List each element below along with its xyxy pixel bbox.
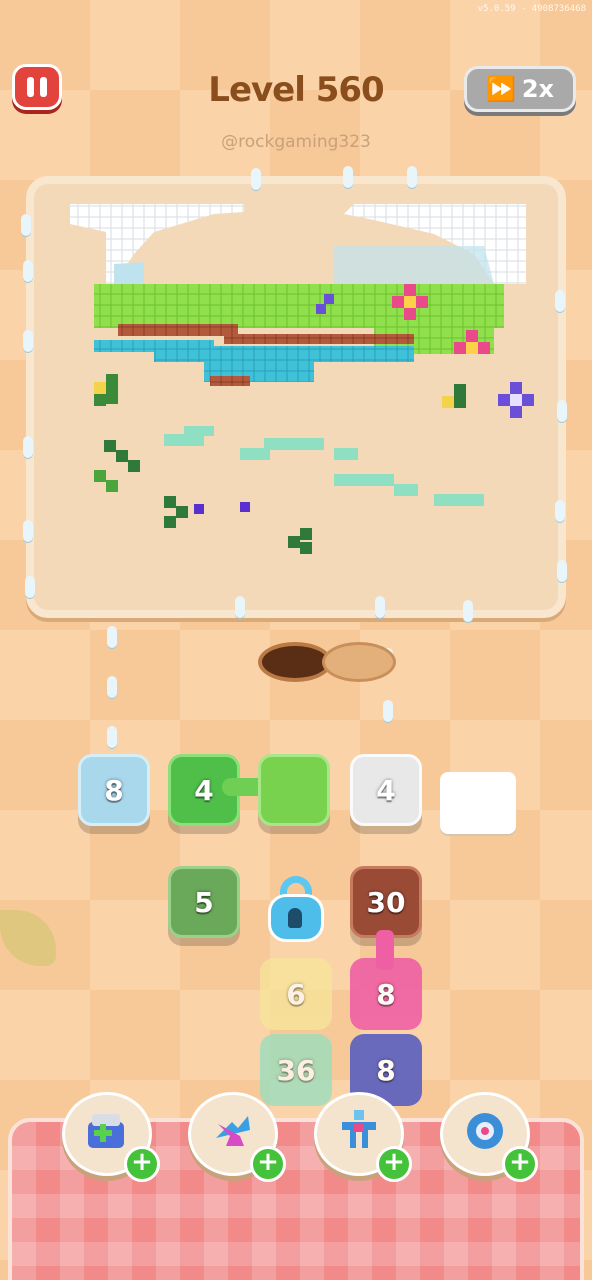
speed-toggle-button[interactable]: ⏩ 2x [464,66,576,112]
ant-sprite [380,700,396,722]
ant-sprite [554,560,570,582]
slot-tile-4[interactable]: 4 [350,754,422,826]
empty-slot[interactable] [440,772,516,834]
queue-tile-6[interactable]: 6 [260,958,332,1030]
queue-tile-5[interactable]: 5 [168,866,240,938]
pixel-art-board[interactable] [26,176,566,618]
magnet-booster-button[interactable]: + [314,1092,412,1182]
lock-icon[interactable] [266,876,326,942]
ant-sprite [20,330,36,352]
shuffle-arrows-icon [216,1116,250,1146]
ant-hole [258,642,332,682]
ant-sprite [104,726,120,748]
queue-tile-8-pink[interactable]: 8 [350,958,422,1030]
pixel-art-canvas [70,204,534,554]
ant-sprite [340,166,356,188]
ant-sprite [404,166,420,188]
rotate-booster-button[interactable]: + [440,1092,538,1182]
speed-label: 2x [521,75,555,103]
ant-sprite [554,400,570,422]
ant-sprite [372,596,388,618]
leaf-decoration [0,910,56,966]
username-label: @rockgaming323 [221,132,371,152]
ant-sprite [460,600,476,622]
ant-sprite [22,576,38,598]
ant-sprite [18,214,34,236]
version-label: v5.0.59 - 4908736468 [477,4,586,14]
box-plus-icon [88,1114,124,1148]
queue-tile-30[interactable]: 30 [350,866,422,938]
hole-lid [322,642,396,682]
ant-sprite [232,596,248,618]
fast-forward-icon: ⏩ [485,75,516,103]
ant-sprite [20,520,36,542]
add-booster-plus-icon[interactable]: + [124,1146,160,1182]
shuffle-booster-button[interactable]: + [188,1092,286,1182]
add-slot-booster-button[interactable]: + [62,1092,160,1182]
ant-sprite [552,290,568,312]
ant-sprite [20,260,36,282]
slot-tile-1[interactable]: 8 [78,754,150,826]
gear-screw-icon [467,1113,503,1149]
slot-tile-3[interactable] [258,754,330,826]
rotate-plus-icon[interactable]: + [502,1146,538,1182]
ant-sprite [104,676,120,698]
shuffle-plus-icon[interactable]: + [250,1146,286,1182]
magnet-plus-icon[interactable]: + [376,1146,412,1182]
ant-sprite [104,626,120,648]
magnet-claw-icon [342,1110,376,1148]
ant-sprite [20,436,36,458]
ant-sprite [552,500,568,522]
ant-sprite [248,168,264,190]
